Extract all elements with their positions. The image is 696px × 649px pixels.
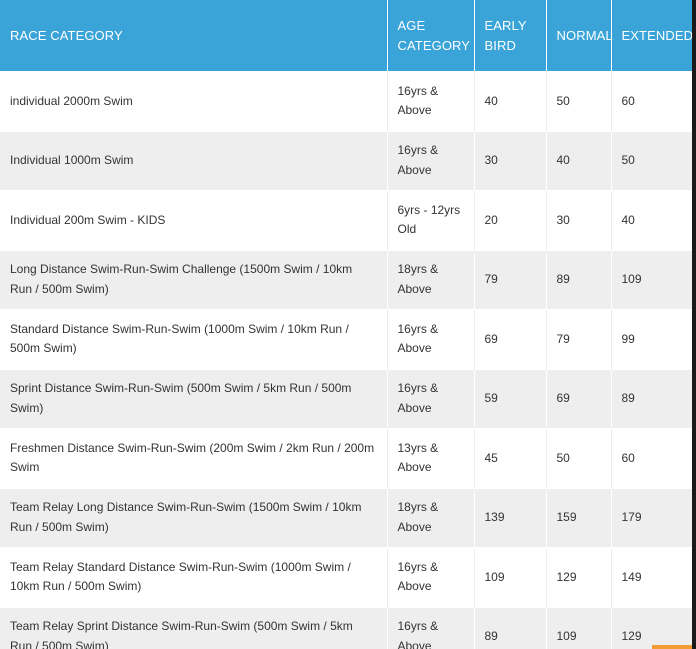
pricing-table-container: RACE CATEGORY AGE CATEGORY EARLY BIRD NO… xyxy=(0,0,692,649)
extended-price-cell: 149 xyxy=(611,547,692,607)
early-bird-price-cell: 139 xyxy=(474,487,547,548)
early-bird-price-cell: 89 xyxy=(474,606,547,649)
age-category-cell: 16yrs & Above xyxy=(387,71,475,131)
race-pricing-table: RACE CATEGORY AGE CATEGORY EARLY BIRD NO… xyxy=(0,0,692,649)
race-category-cell: Sprint Distance Swim-Run-Swim (500m Swim… xyxy=(0,368,388,429)
extended-price-cell: 129 xyxy=(611,606,692,649)
race-category-cell: Freshmen Distance Swim-Run-Swim (200m Sw… xyxy=(0,428,388,488)
extended-price-cell: 179 xyxy=(611,487,692,548)
table-header: RACE CATEGORY AGE CATEGORY EARLY BIRD NO… xyxy=(0,0,692,72)
normal-price-cell: 50 xyxy=(546,71,612,131)
race-category-cell: individual 2000m Swim xyxy=(0,71,388,131)
extended-price-cell: 99 xyxy=(611,309,692,369)
table-row: Sprint Distance Swim-Run-Swim (500m Swim… xyxy=(0,368,692,429)
race-category-cell: Standard Distance Swim-Run-Swim (1000m S… xyxy=(0,309,388,369)
header-row: RACE CATEGORY AGE CATEGORY EARLY BIRD NO… xyxy=(0,0,692,72)
table-body: individual 2000m Swim 16yrs & Above 40 5… xyxy=(0,71,692,649)
header-age-category: AGE CATEGORY xyxy=(387,0,475,72)
table-row: individual 2000m Swim 16yrs & Above 40 5… xyxy=(0,71,692,131)
normal-price-cell: 89 xyxy=(546,249,612,310)
extended-price-cell: 60 xyxy=(611,428,692,488)
normal-price-cell: 79 xyxy=(546,309,612,369)
race-category-cell: Team Relay Standard Distance Swim-Run-Sw… xyxy=(0,547,388,607)
scroll-to-top-accent[interactable] xyxy=(652,645,692,649)
normal-price-cell: 129 xyxy=(546,547,612,607)
early-bird-price-cell: 40 xyxy=(474,71,547,131)
table-row: Long Distance Swim-Run-Swim Challenge (1… xyxy=(0,249,692,310)
table-row: Individual 200m Swim - KIDS 6yrs - 12yrs… xyxy=(0,190,692,250)
early-bird-price-cell: 45 xyxy=(474,428,547,488)
age-category-cell: 16yrs & Above xyxy=(387,547,475,607)
normal-price-cell: 69 xyxy=(546,368,612,429)
age-category-cell: 6yrs - 12yrs Old xyxy=(387,190,475,250)
extended-price-cell: 40 xyxy=(611,190,692,250)
table-row: Team Relay Sprint Distance Swim-Run-Swim… xyxy=(0,606,692,649)
age-category-cell: 16yrs & Above xyxy=(387,309,475,369)
age-category-cell: 16yrs & Above xyxy=(387,368,475,429)
extended-price-cell: 109 xyxy=(611,249,692,310)
race-category-cell: Long Distance Swim-Run-Swim Challenge (1… xyxy=(0,249,388,310)
normal-price-cell: 40 xyxy=(546,130,612,191)
race-category-cell: Team Relay Long Distance Swim-Run-Swim (… xyxy=(0,487,388,548)
age-category-cell: 18yrs & Above xyxy=(387,249,475,310)
header-normal: NORMAL xyxy=(546,0,613,72)
early-bird-price-cell: 79 xyxy=(474,249,547,310)
normal-price-cell: 30 xyxy=(546,190,612,250)
early-bird-price-cell: 59 xyxy=(474,368,547,429)
early-bird-price-cell: 20 xyxy=(474,190,547,250)
normal-price-cell: 50 xyxy=(546,428,612,488)
table-row: Standard Distance Swim-Run-Swim (1000m S… xyxy=(0,309,692,369)
race-category-cell: Individual 1000m Swim xyxy=(0,130,388,191)
table-row: Team Relay Standard Distance Swim-Run-Sw… xyxy=(0,547,692,607)
table-row: Team Relay Long Distance Swim-Run-Swim (… xyxy=(0,487,692,548)
table-row: Individual 1000m Swim 16yrs & Above 30 4… xyxy=(0,130,692,191)
extended-price-cell: 60 xyxy=(611,71,692,131)
age-category-cell: 18yrs & Above xyxy=(387,487,475,548)
header-extended: EXTENDED xyxy=(611,0,692,72)
header-race-category: RACE CATEGORY xyxy=(0,0,388,72)
header-early-bird: EARLY BIRD xyxy=(474,0,547,72)
age-category-cell: 16yrs & Above xyxy=(387,130,475,191)
age-category-cell: 16yrs & Above xyxy=(387,606,475,649)
early-bird-price-cell: 30 xyxy=(474,130,547,191)
normal-price-cell: 109 xyxy=(546,606,612,649)
normal-price-cell: 159 xyxy=(546,487,612,548)
table-row: Freshmen Distance Swim-Run-Swim (200m Sw… xyxy=(0,428,692,488)
extended-price-cell: 89 xyxy=(611,368,692,429)
age-category-cell: 13yrs & Above xyxy=(387,428,475,488)
extended-price-cell: 50 xyxy=(611,130,692,191)
race-category-cell: Team Relay Sprint Distance Swim-Run-Swim… xyxy=(0,606,388,649)
early-bird-price-cell: 69 xyxy=(474,309,547,369)
early-bird-price-cell: 109 xyxy=(474,547,547,607)
race-category-cell: Individual 200m Swim - KIDS xyxy=(0,190,388,250)
